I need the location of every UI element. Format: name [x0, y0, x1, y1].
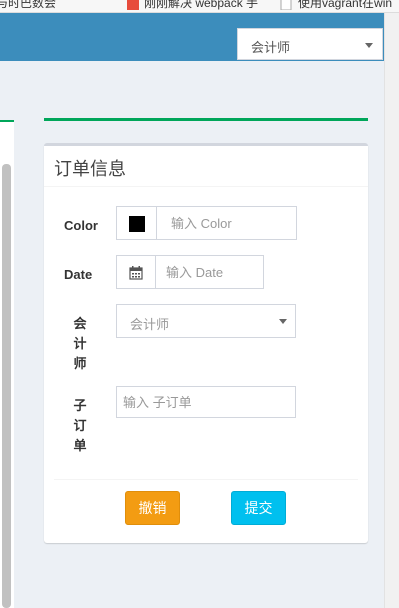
- cancel-button[interactable]: 撤销: [125, 491, 180, 525]
- bookmark-item[interactable]: 刚刚解决 webpack 手: [144, 0, 258, 11]
- color-swatch: [129, 216, 145, 232]
- suborder-label: 子订单: [73, 398, 87, 453]
- color-label: Color: [64, 218, 98, 233]
- accountant-select-value: 会计师: [130, 317, 170, 332]
- browser-bookmarks-bar: 与时巴数会 刚刚解决 webpack 手 使用vagrant在win: [0, 0, 399, 13]
- date-addon[interactable]: [116, 255, 156, 289]
- page-favicon: [280, 0, 292, 10]
- date-label: Date: [64, 267, 93, 282]
- role-select[interactable]: 会计师: [237, 28, 383, 60]
- accountant-label: 会计师: [73, 316, 87, 371]
- bookmark-item[interactable]: 与时巴数会: [0, 0, 56, 11]
- side-panel-scrollbar[interactable]: [2, 164, 11, 608]
- chevron-down-icon: [279, 319, 287, 324]
- app-header: 会计师: [0, 13, 384, 61]
- chevron-down-icon: [365, 43, 373, 48]
- page-favicon: [127, 0, 139, 10]
- box-title: 订单信息: [54, 159, 126, 179]
- date-input[interactable]: [155, 255, 264, 289]
- color-picker-addon[interactable]: [116, 206, 157, 240]
- box-footer-divider: [54, 479, 358, 480]
- bookmark-item[interactable]: 使用vagrant在win: [298, 0, 392, 11]
- panel-top-accent: [44, 118, 368, 121]
- box-header-divider: [44, 186, 368, 187]
- order-info-box: 订单信息 Color Date 会计师 会计师 子订单 撤销 提交: [44, 143, 368, 543]
- page-scrollbar[interactable]: [384, 13, 399, 608]
- accountant-select[interactable]: 会计师: [116, 304, 296, 338]
- color-input[interactable]: [156, 206, 297, 240]
- role-select-value: 会计师: [251, 40, 291, 55]
- calendar-icon: [129, 266, 143, 280]
- suborder-input[interactable]: [116, 386, 296, 418]
- submit-button[interactable]: 提交: [231, 491, 286, 525]
